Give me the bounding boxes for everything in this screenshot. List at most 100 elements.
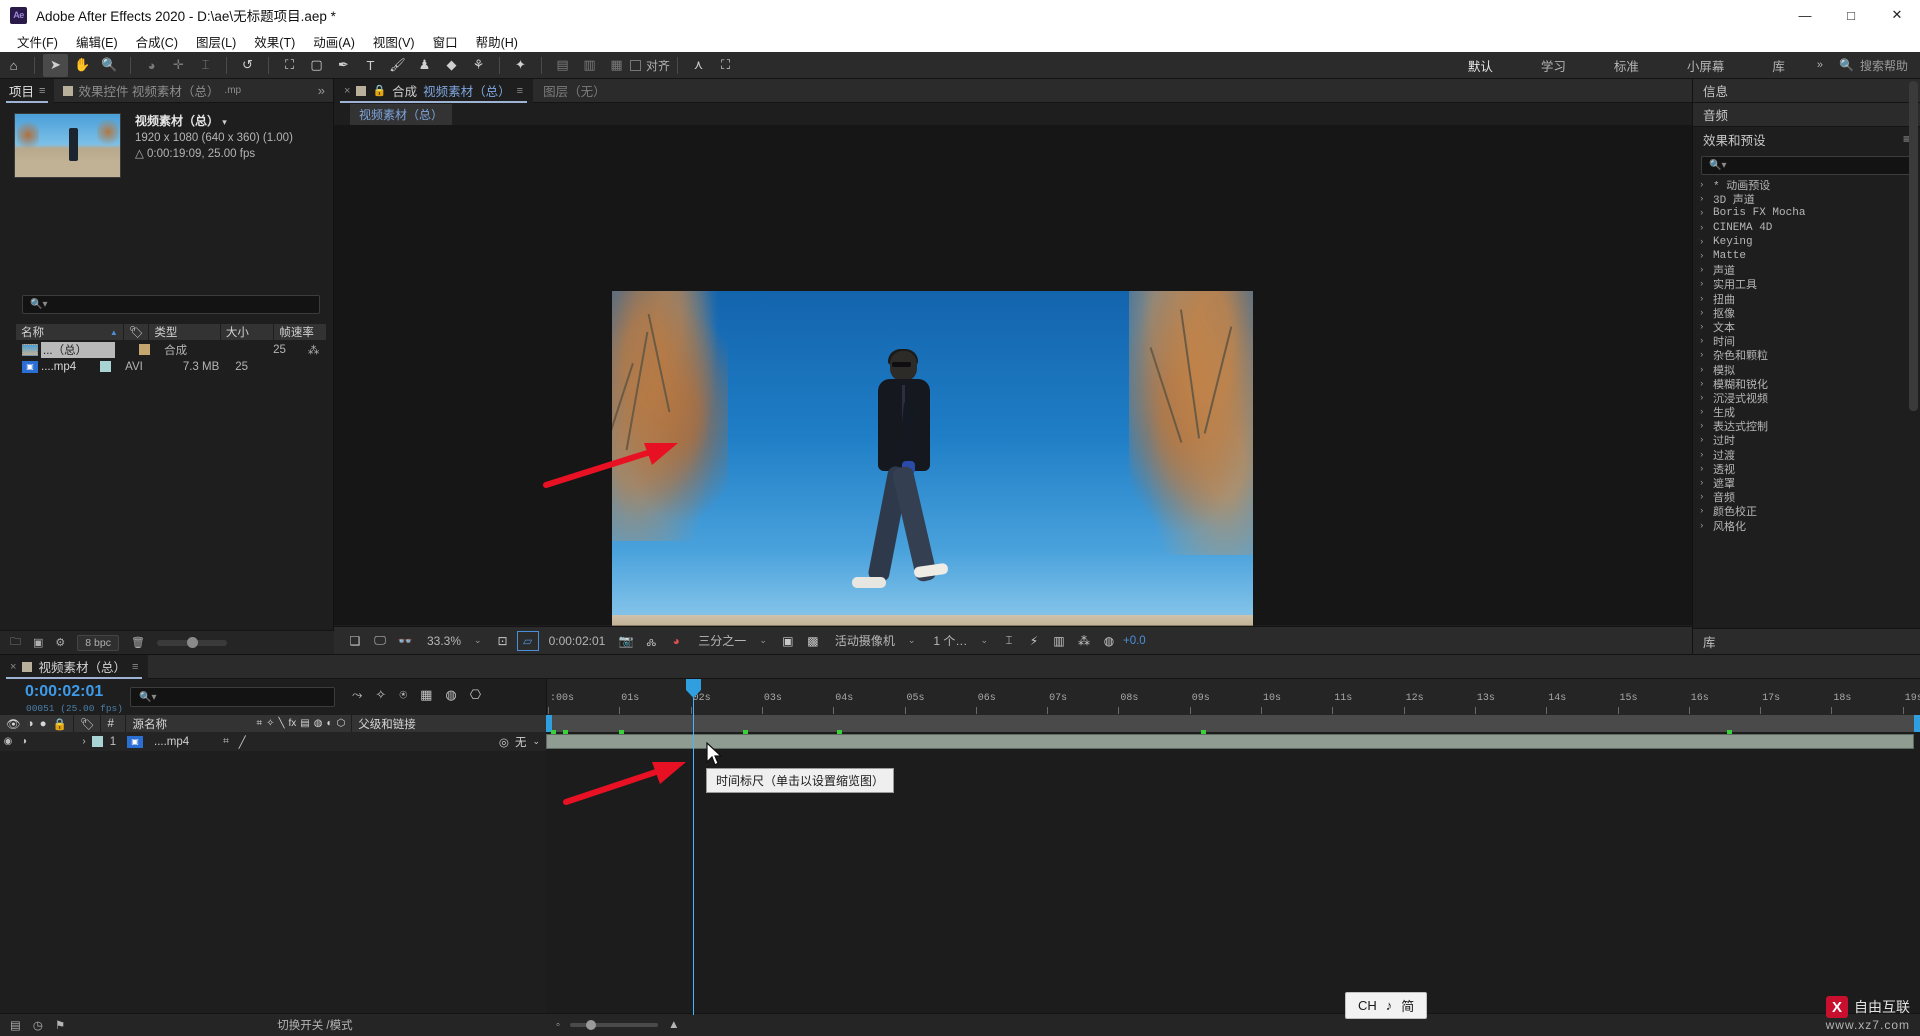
workspace-overflow-chevron[interactable]: » — [1809, 59, 1831, 71]
snap-checkbox-icon[interactable] — [630, 59, 641, 71]
column-type[interactable]: 类型 — [149, 324, 221, 340]
new-comp-icon[interactable]: ▣ — [33, 636, 43, 649]
panel-info[interactable]: 信息 — [1693, 79, 1920, 103]
eraser-tool-icon[interactable]: ◆ — [439, 54, 464, 77]
layer-shy-icon[interactable]: ⌗ — [223, 736, 229, 747]
puppet-pin-tool-icon[interactable]: ✦ — [508, 54, 533, 77]
project-zoom-knob[interactable] — [186, 636, 198, 648]
timeline-layer-row[interactable]: ◉ ◑ › 1 ▣ ....mp4 ⌗ ╱ ◎ 无 ⌄ — [0, 732, 546, 751]
label-swatch-tan[interactable] — [139, 344, 151, 355]
draft-3d-icon[interactable]: ✧ — [375, 687, 386, 703]
timeline-zoom-knob[interactable] — [586, 1020, 597, 1030]
pen-tool-icon[interactable]: ✒ — [331, 54, 356, 77]
chevron-right-icon[interactable]: › — [1699, 492, 1708, 502]
project-row-comp[interactable]: ...（总） 合成 25 ⁂ — [16, 341, 326, 358]
menu-item-3[interactable]: 图层(L) — [187, 30, 245, 53]
tab-composition[interactable]: × 🔒 合成 视频素材（总） ≡ — [334, 78, 534, 103]
toggle-switches-icon[interactable]: ▤ — [10, 1018, 21, 1032]
lock-icon[interactable]: 🔒 — [372, 84, 386, 97]
panel-menu-icon[interactable]: ≡ — [132, 661, 138, 673]
always-preview-icon[interactable]: ❑ — [344, 631, 366, 651]
composition-mini-flowchart-icon[interactable]: ⤳ — [352, 687, 362, 703]
chevron-right-icon[interactable]: › — [1699, 336, 1708, 346]
chevron-right-icon[interactable]: › — [1699, 506, 1708, 516]
type-tool-icon[interactable]: T — [358, 54, 383, 77]
delete-icon[interactable]: 🗑 — [131, 636, 145, 649]
timeline-ruler[interactable]: :00s 01s 02s 03s 04s 05s 06s 07s 08s 09s 10s 11s 12s… — [546, 679, 1920, 715]
chevron-right-icon[interactable]: › — [1699, 308, 1708, 318]
camera-chevron-down-icon[interactable]: ⌄ — [906, 635, 923, 646]
tab-timeline-comp[interactable]: × 视频素材（总） ≡ — [0, 654, 149, 679]
panel-menu-icon[interactable]: ≡ — [517, 85, 523, 97]
rotation-tool-icon[interactable]: ↺ — [235, 54, 260, 77]
layer-eye-toggle[interactable]: ◉ — [0, 736, 16, 747]
effects-category-24[interactable]: › 风格化 — [1699, 519, 1920, 534]
effects-category-23[interactable]: › 颜色校正 — [1699, 504, 1920, 519]
timeline-playhead[interactable] — [686, 679, 701, 1015]
layer-parent-control[interactable]: ◎ 无 ⌄ — [499, 734, 546, 750]
keyframe-marker[interactable] — [1727, 730, 1732, 734]
effects-category-1[interactable]: › 3D 声道 — [1699, 192, 1920, 207]
keyframe-marker[interactable] — [563, 730, 568, 734]
effects-category-11[interactable]: › 时间 — [1699, 334, 1920, 349]
chevron-right-icon[interactable]: › — [1699, 407, 1708, 417]
exposure-icon[interactable]: ◍ — [1098, 631, 1120, 651]
chevron-right-icon[interactable]: › — [1699, 322, 1708, 332]
tab-layer[interactable]: 图层（无） — [533, 79, 616, 103]
effects-category-20[interactable]: › 透视 — [1699, 462, 1920, 477]
workspace-tab-3[interactable]: 小屏幕 — [1663, 52, 1749, 79]
timeline-work-area-bar[interactable] — [546, 715, 1920, 732]
zoom-in-icon[interactable]: ▲ — [668, 1019, 679, 1031]
effects-search-input[interactable]: 🔍▾ — [1701, 156, 1912, 175]
pan-behind-tool-icon[interactable]: ✛ — [166, 54, 191, 77]
chevron-right-icon[interactable]: › — [1699, 464, 1708, 474]
guides-icon[interactable]: ⌶ — [998, 631, 1020, 651]
effects-category-7[interactable]: › 实用工具 — [1699, 277, 1920, 292]
workspace-tab-1[interactable]: 学习 — [1517, 52, 1590, 79]
keyframe-marker[interactable] — [551, 730, 556, 734]
menu-item-5[interactable]: 动画(A) — [304, 30, 364, 53]
bit-depth-button[interactable]: 8 bpc — [77, 634, 119, 651]
chevron-right-icon[interactable]: › — [1699, 180, 1708, 190]
menu-item-6[interactable]: 视图(V) — [364, 30, 424, 53]
menu-item-4[interactable]: 效果(T) — [245, 30, 304, 53]
chevron-right-icon[interactable]: › — [1699, 251, 1708, 261]
align-left-icon[interactable]: ▤ — [550, 54, 575, 77]
panel-effects-presets[interactable]: 效果和预设 ≡ — [1693, 127, 1920, 151]
align-center-icon[interactable]: ▥ — [577, 54, 602, 77]
pickwhip-icon[interactable]: ◎ — [499, 735, 509, 749]
fast-preview-icon[interactable]: ⚡ — [1023, 631, 1045, 651]
keyframe-marker[interactable] — [743, 730, 748, 734]
shape-tool-icon[interactable]: ▢ — [304, 54, 329, 77]
effects-category-13[interactable]: › 模拟 — [1699, 362, 1920, 378]
new-folder-icon[interactable]: 🗀 — [10, 633, 21, 652]
effects-scrollbar[interactable] — [1909, 81, 1918, 411]
keyframe-marker[interactable] — [1201, 730, 1206, 734]
workspace-tab-2[interactable]: 标准 — [1590, 52, 1663, 79]
chevron-right-icon[interactable]: › — [1699, 435, 1708, 445]
effects-category-15[interactable]: › 沉浸式视频 — [1699, 391, 1920, 406]
timeline-icon[interactable]: ▥ — [1048, 631, 1070, 651]
toggle-switches-modes-label[interactable]: 切换开关 /模式 — [277, 1017, 352, 1033]
frame-blending-icon[interactable]: ▦ — [420, 687, 432, 703]
timeline-layer-bar[interactable] — [546, 730, 1914, 749]
roto-brush-tool-icon[interactable]: ⚘ — [466, 54, 491, 77]
chevron-right-icon[interactable]: › — [1699, 379, 1708, 389]
column-fps[interactable]: 帧速率 — [274, 324, 326, 340]
project-tabs-overflow[interactable]: » — [318, 83, 333, 98]
chevron-right-icon[interactable]: › — [1699, 237, 1708, 247]
project-settings-icon[interactable]: ⚙ — [55, 636, 65, 649]
home-icon[interactable]: ⌂ — [1, 54, 26, 77]
maximize-button[interactable]: □ — [1828, 0, 1874, 30]
transparency-grid-icon[interactable]: ▩ — [802, 631, 824, 651]
chevron-right-icon[interactable]: › — [1699, 265, 1708, 275]
help-search[interactable]: 🔍 搜索帮助 — [1831, 57, 1920, 74]
menu-item-2[interactable]: 合成(C) — [127, 30, 187, 53]
chevron-right-icon[interactable]: › — [1699, 294, 1708, 304]
region-of-interest-icon[interactable]: ▱ — [516, 630, 539, 651]
main-viewer-icon[interactable]: 🖵 — [369, 631, 391, 651]
ime-language-badge[interactable]: CH ♪ 简 — [1345, 992, 1428, 1019]
hide-shy-layers-icon[interactable]: ⍟ — [399, 687, 407, 703]
resolution-value[interactable]: 三分之一 — [690, 632, 754, 649]
3d-view-icon[interactable]: 👓 — [394, 631, 416, 651]
